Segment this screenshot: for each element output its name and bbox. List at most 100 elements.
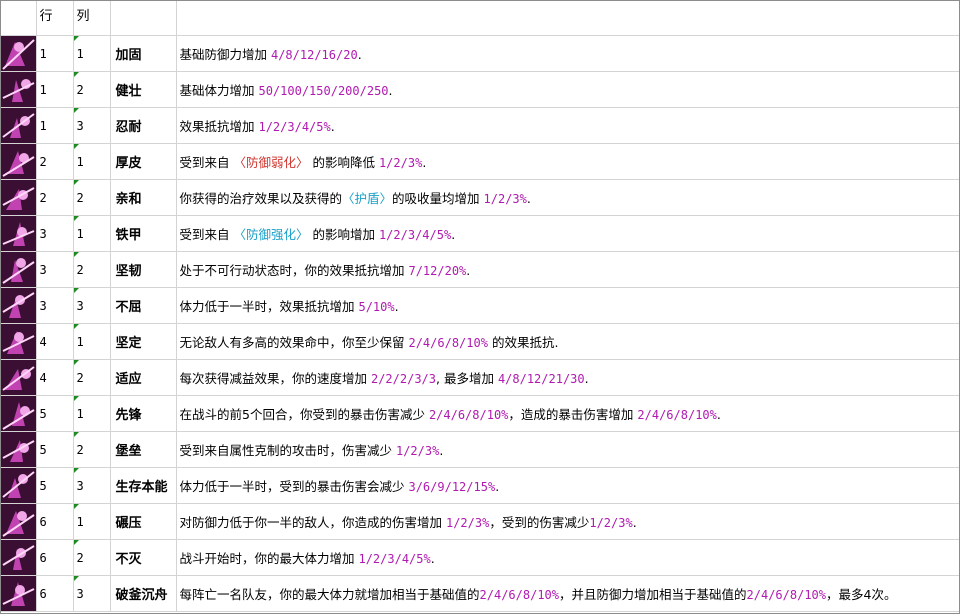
- skill-icon-cell[interactable]: [1, 467, 37, 504]
- column-number-cell[interactable]: 2: [73, 539, 111, 576]
- skill-icon-cell[interactable]: [1, 287, 37, 324]
- skill-name-cell[interactable]: 坚韧: [110, 251, 177, 288]
- row-number-cell[interactable]: 5: [36, 431, 74, 468]
- skill-icon-cell[interactable]: [1, 431, 37, 468]
- column-number-cell[interactable]: 2: [73, 71, 111, 108]
- skill-name-cell-value: 先锋: [115, 408, 142, 423]
- skill-name-cell[interactable]: 不灭: [110, 539, 177, 576]
- row-number-cell[interactable]: 2: [36, 179, 74, 216]
- skill-name-cell[interactable]: 加固: [110, 35, 177, 72]
- header-description-cell[interactable]: [176, 1, 959, 36]
- skill-icon-cell[interactable]: [1, 539, 37, 576]
- skill-description-cell[interactable]: 你获得的治疗效果以及获得的〈护盾〉的吸收量均增加 1/2/3%.: [176, 179, 959, 216]
- column-number-cell[interactable]: 2: [73, 359, 111, 396]
- skill-name-cell[interactable]: 忍耐: [110, 107, 177, 144]
- description-text: 每阵亡一名队友，你的最大体力就增加相当于基础值的: [179, 587, 480, 602]
- row-number-cell[interactable]: 1: [36, 35, 74, 72]
- header-name-cell[interactable]: [110, 1, 177, 36]
- column-number-cell[interactable]: 1: [73, 503, 111, 540]
- column-number-cell[interactable]: 3: [73, 575, 111, 612]
- skill-icon-cell[interactable]: [1, 215, 37, 252]
- column-number-cell[interactable]: 1: [73, 215, 111, 252]
- row-number-cell[interactable]: 4: [36, 359, 74, 396]
- description-text: 受到来自: [179, 155, 234, 170]
- skill-icon-cell[interactable]: [1, 71, 37, 108]
- column-number-cell[interactable]: 3: [73, 107, 111, 144]
- skill-name-cell[interactable]: 堡垒: [110, 431, 177, 468]
- column-number-cell[interactable]: 3: [73, 287, 111, 324]
- description-text: , 最多增加: [436, 371, 498, 386]
- skill-description-cell[interactable]: 体力低于一半时，效果抵抗增加 5/10%.: [176, 287, 959, 324]
- description-value: 2/4/6/8/10%: [408, 336, 488, 350]
- skill-name-cell[interactable]: 坚定: [110, 323, 177, 360]
- skill-icon-cell[interactable]: [1, 35, 37, 72]
- row-number-cell[interactable]: 1: [36, 107, 74, 144]
- skill-name-cell[interactable]: 先锋: [110, 395, 177, 432]
- skill-name-cell[interactable]: 适应: [110, 359, 177, 396]
- column-number-cell-value: 2: [76, 550, 84, 565]
- skill-description-cell[interactable]: 受到来自 〈防御强化〉 的影响增加 1/2/3/4/5%.: [176, 215, 959, 252]
- skill-description-cell[interactable]: 受到来自属性克制的攻击时，伤害减少 1/2/3%.: [176, 431, 959, 468]
- row-number-cell[interactable]: 3: [36, 251, 74, 288]
- skill-name-cell[interactable]: 生存本能: [110, 467, 177, 504]
- description-value: 1/2/3%: [589, 516, 633, 530]
- skill-icon-cell[interactable]: [1, 107, 37, 144]
- row-number-cell[interactable]: 6: [36, 503, 74, 540]
- skill-description-cell[interactable]: 战斗开始时，你的最大体力增加 1/2/3/4/5%.: [176, 539, 959, 576]
- skill-icon-cell[interactable]: [1, 179, 37, 216]
- header-row-number[interactable]: 行: [36, 1, 74, 36]
- skill-icon-cell[interactable]: [1, 251, 37, 288]
- column-number-cell[interactable]: 2: [73, 431, 111, 468]
- row-number-cell[interactable]: 6: [36, 539, 74, 576]
- skill-name-cell[interactable]: 厚皮: [110, 143, 177, 180]
- skill-description-cell[interactable]: 效果抵抗增加 1/2/3/4/5%.: [176, 107, 959, 144]
- description-text: .: [388, 83, 393, 98]
- skill-name-cell[interactable]: 健壮: [110, 71, 177, 108]
- skill-description-cell[interactable]: 基础防御力增加 4/8/12/16/20.: [176, 35, 959, 72]
- skill-icon-cell[interactable]: [1, 395, 37, 432]
- header-icon-cell[interactable]: [1, 1, 37, 36]
- column-number-cell[interactable]: 2: [73, 179, 111, 216]
- row-number-cell[interactable]: 6: [36, 575, 74, 612]
- column-number-cell[interactable]: 3: [73, 467, 111, 504]
- skill-description-cell[interactable]: 基础体力增加 50/100/150/200/250.: [176, 71, 959, 108]
- description-value: 1/2/3%: [483, 192, 527, 206]
- column-number-cell[interactable]: 1: [73, 395, 111, 432]
- row-number-cell[interactable]: 1: [36, 71, 74, 108]
- column-number-cell[interactable]: 2: [73, 251, 111, 288]
- row-number-cell[interactable]: 4: [36, 323, 74, 360]
- row-number-cell[interactable]: 5: [36, 395, 74, 432]
- skill-icon-cell[interactable]: [1, 323, 37, 360]
- skill-description-cell[interactable]: 每阵亡一名队友，你的最大体力就增加相当于基础值的2/4/6/8/10%，并且防御…: [176, 575, 959, 612]
- skill-name-cell-value: 生存本能: [115, 480, 168, 495]
- row-number-cell[interactable]: 5: [36, 467, 74, 504]
- skill-name-cell[interactable]: 亲和: [110, 179, 177, 216]
- skill-icon-cell[interactable]: [1, 575, 37, 612]
- cell-marker-icon: [73, 288, 79, 293]
- column-number-cell[interactable]: 1: [73, 35, 111, 72]
- row-number-cell[interactable]: 3: [36, 287, 74, 324]
- description-text: .: [439, 443, 444, 458]
- skill-description-cell[interactable]: 无论敌人有多高的效果命中，你至少保留 2/4/6/8/10% 的效果抵抗.: [176, 323, 959, 360]
- skill-name-cell[interactable]: 破釜沉舟: [110, 575, 177, 612]
- skill-description-cell[interactable]: 体力低于一半时，受到的暴击伤害会减少 3/6/9/12/15%.: [176, 467, 959, 504]
- skill-icon-cell[interactable]: [1, 359, 37, 396]
- skill-name-cell[interactable]: 碾压: [110, 503, 177, 540]
- column-number-cell[interactable]: 1: [73, 323, 111, 360]
- column-number-cell[interactable]: 1: [73, 143, 111, 180]
- table-row: 3 1 铁甲 受到来自 〈防御强化〉 的影响增加 1/2/3/4/5%.: [1, 215, 959, 252]
- skill-description-cell[interactable]: 受到来自 〈防御弱化〉 的影响降低 1/2/3%.: [176, 143, 959, 180]
- skill-description-cell[interactable]: 在战斗的前5个回合，你受到的暴击伤害减少 2/4/6/8/10%，造成的暴击伤害…: [176, 395, 959, 432]
- skill-name-cell[interactable]: 不屈: [110, 287, 177, 324]
- row-number-cell[interactable]: 2: [36, 143, 74, 180]
- skill-name-cell[interactable]: 铁甲: [110, 215, 177, 252]
- skill-description-cell[interactable]: 每次获得减益效果，你的速度增加 2/2/2/3/3, 最多增加 4/8/12/2…: [176, 359, 959, 396]
- skill-icon-cell[interactable]: [1, 143, 37, 180]
- skill-description-cell[interactable]: 对防御力低于你一半的敌人，你造成的伤害增加 1/2/3%，受到的伤害减少1/2/…: [176, 503, 959, 540]
- skill-icon-cell[interactable]: [1, 503, 37, 540]
- row-number-cell[interactable]: 3: [36, 215, 74, 252]
- table-row: 6 1 碾压 对防御力低于你一半的敌人，你造成的伤害增加 1/2/3%，受到的伤害减少…: [1, 503, 959, 540]
- skill-description-cell[interactable]: 处于不可行动状态时，你的效果抵抗增加 7/12/20%.: [176, 251, 959, 288]
- skill-name-cell-value: 破釜沉舟: [115, 588, 168, 603]
- header-column-number[interactable]: 列: [73, 1, 111, 36]
